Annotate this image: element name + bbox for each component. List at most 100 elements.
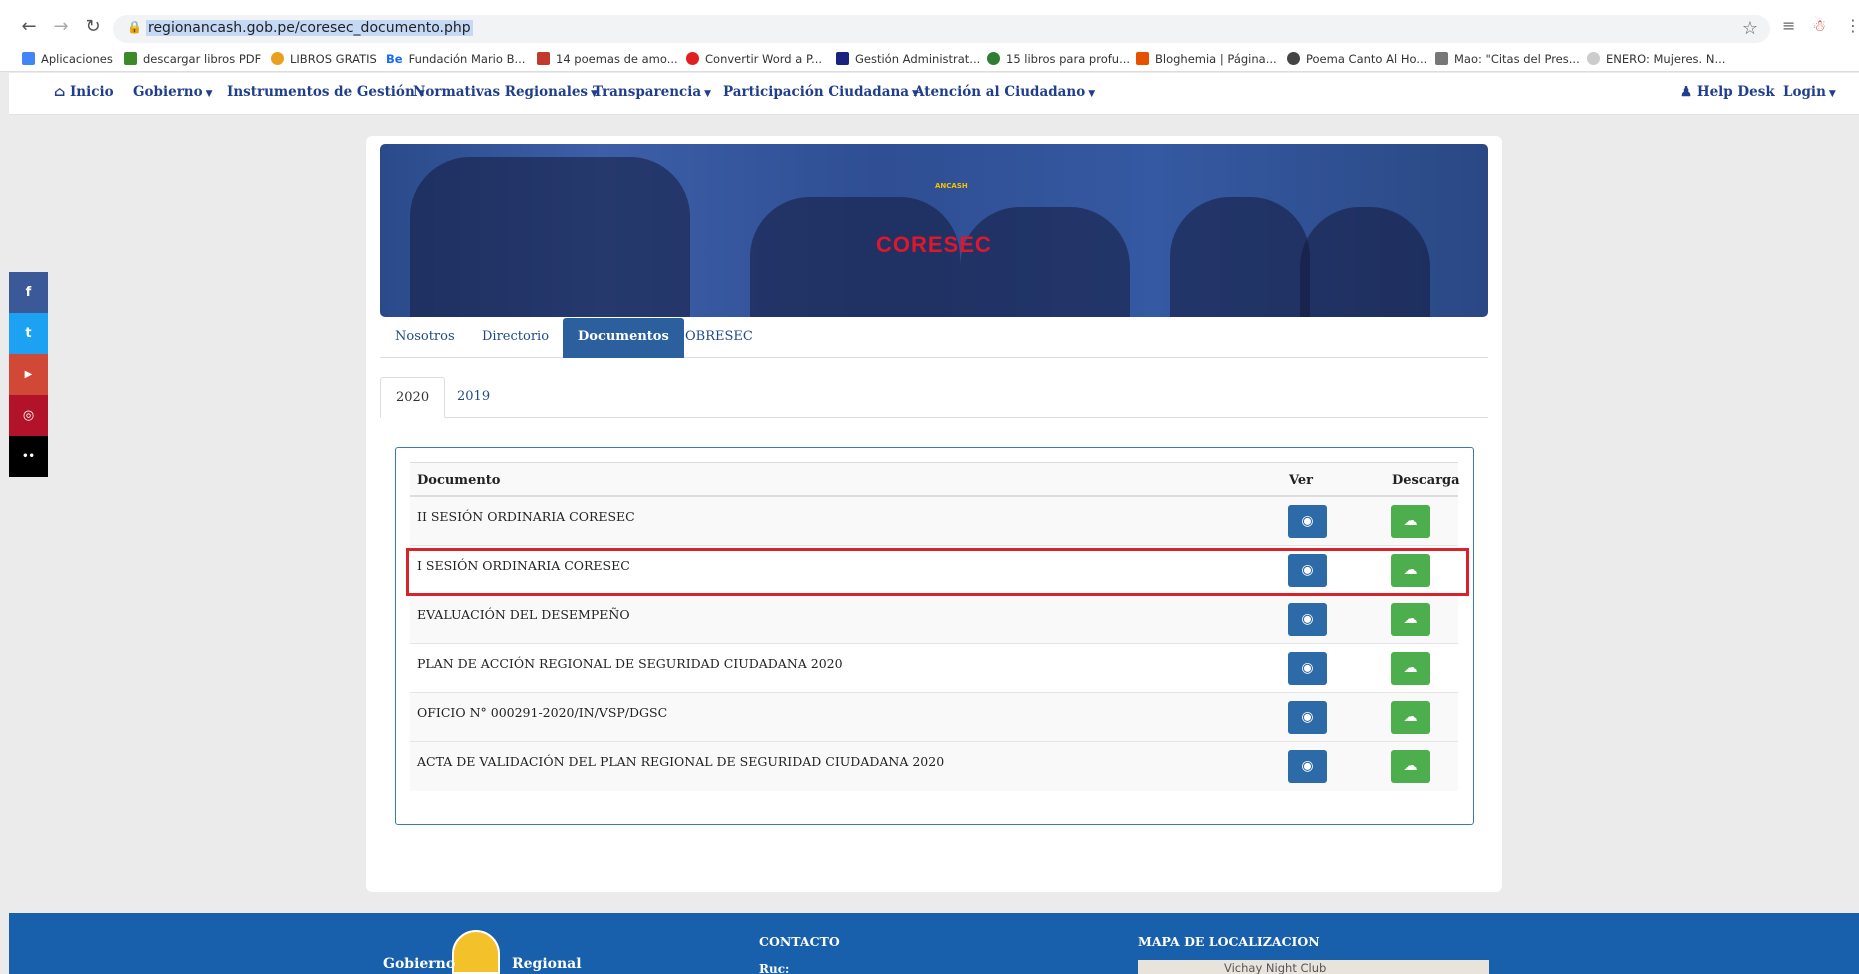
- download-button[interactable]: ☁: [1391, 603, 1430, 636]
- download-button[interactable]: ☁: [1391, 652, 1430, 685]
- year-tabs: 2020 2019: [380, 377, 1488, 418]
- url-text[interactable]: regionancash.gob.pe/coresec_documento.ph…: [146, 20, 473, 36]
- column-header-ver: Ver: [1289, 473, 1314, 488]
- bookmark-item[interactable]: Convertir Word a P...: [686, 52, 822, 66]
- document-name: ACTA DE VALIDACIÓN DEL PLAN REGIONAL DE …: [417, 754, 945, 769]
- bookmark-item[interactable]: Mao: "Citas del Pres...: [1435, 52, 1580, 66]
- globe-icon: [1287, 52, 1300, 65]
- bookmark-favicon-icon: [1587, 52, 1600, 65]
- footer-contacto-heading: CONTACTO: [759, 934, 840, 949]
- instagram-icon[interactable]: ◎: [9, 395, 48, 436]
- tab-nosotros[interactable]: Nosotros: [380, 318, 470, 358]
- back-icon[interactable]: ←: [18, 16, 40, 38]
- tab-2020[interactable]: 2020: [380, 377, 446, 418]
- table-row: PLAN DE ACCIÓN REGIONAL DE SEGURIDAD CIU…: [410, 644, 1458, 693]
- view-button[interactable]: ◉: [1288, 652, 1327, 685]
- footer-ruc-label: Ruc:: [759, 962, 790, 974]
- nav-inicio[interactable]: ⌂ Inicio: [54, 84, 114, 100]
- bookmark-item[interactable]: Gestión Administrat...: [836, 52, 980, 66]
- cloud-download-icon: ☁: [1403, 611, 1418, 627]
- section-tabs: Nosotros Directorio Documentos OBRESEC: [380, 318, 1488, 358]
- table-row: EVALUACIÓN DEL DESEMPEÑO ◉ ☁: [410, 595, 1458, 644]
- bookmark-favicon-icon: [537, 52, 550, 65]
- highlight-box: [406, 548, 1469, 596]
- bookmark-favicon-icon: [124, 52, 137, 65]
- nav-normativas[interactable]: Normativas Regionales ▼: [413, 84, 598, 100]
- caret-down-icon: ▼: [205, 89, 213, 99]
- bookmark-favicon-icon: [1136, 52, 1149, 65]
- cloud-download-icon: ☁: [1403, 709, 1418, 725]
- reload-icon[interactable]: ↻: [82, 16, 104, 38]
- nav-instrumentos[interactable]: Instrumentos de Gestión ▼: [227, 84, 425, 100]
- site-navbar: ⌂ Inicio Gobierno ▼ Instrumentos de Gesti…: [9, 73, 1859, 115]
- footer-mapa-heading: MAPA DE LOCALIZACION: [1138, 934, 1320, 949]
- behance-icon: Be: [386, 52, 403, 66]
- banner-region-label: ANCASH: [935, 182, 968, 190]
- nav-transparencia[interactable]: Transparencia ▼: [593, 84, 711, 100]
- flickr-icon[interactable]: ••: [9, 436, 48, 477]
- profile-avatar-icon[interactable]: ☃: [1812, 16, 1826, 35]
- bookmark-item[interactable]: ENERO: Mujeres. N...: [1587, 52, 1725, 66]
- menu-dots-icon[interactable]: ⋮: [1845, 16, 1859, 35]
- bookmark-favicon-icon: [1435, 52, 1448, 65]
- bookmark-item[interactable]: descargar libros PDF: [124, 52, 261, 66]
- map-place-label: Vichay Night Club: [1224, 961, 1327, 974]
- document-name: II SESIÓN ORDINARIA CORESEC: [417, 509, 635, 524]
- tab-obresec[interactable]: OBRESEC: [670, 318, 768, 358]
- bookmark-item[interactable]: Bloghemia | Página...: [1136, 52, 1277, 66]
- lock-icon: 🔒: [127, 20, 142, 34]
- eye-icon: ◉: [1301, 611, 1314, 627]
- caret-down-icon: ▼: [1828, 89, 1836, 99]
- bookmark-aplicaciones[interactable]: Aplicaciones: [22, 52, 113, 66]
- bookmark-item[interactable]: Poema Canto Al Ho...: [1287, 52, 1427, 66]
- bookmark-favicon-icon: [686, 52, 699, 65]
- tab-documentos[interactable]: Documentos: [563, 318, 684, 358]
- twitter-icon[interactable]: t: [9, 313, 48, 354]
- view-button[interactable]: ◉: [1288, 701, 1327, 734]
- column-header-documento: Documento: [417, 473, 501, 488]
- view-button[interactable]: ◉: [1288, 750, 1327, 783]
- forward-icon[interactable]: →: [50, 16, 72, 38]
- document-name: EVALUACIÓN DEL DESEMPEÑO: [417, 607, 630, 622]
- table-row: II SESIÓN ORDINARIA CORESEC ◉ ☁: [410, 497, 1458, 546]
- banner-figure: [1300, 207, 1430, 317]
- coresec-banner: [380, 144, 1488, 317]
- download-button[interactable]: ☁: [1391, 750, 1430, 783]
- column-header-descarga: Descarga: [1392, 473, 1460, 488]
- cloud-download-icon: ☁: [1403, 513, 1418, 529]
- youtube-icon[interactable]: ▶: [9, 354, 48, 395]
- nav-participacion[interactable]: Participación Ciudadana ▼: [723, 84, 919, 100]
- user-icon: ♟: [1680, 84, 1693, 100]
- caret-down-icon: ▼: [1088, 89, 1096, 99]
- facebook-icon[interactable]: f: [9, 272, 48, 313]
- bookmark-item[interactable]: Be Fundación Mario B...: [386, 52, 525, 66]
- bookmark-item[interactable]: LIBROS GRATIS: [271, 52, 377, 66]
- view-button[interactable]: ◉: [1288, 603, 1327, 636]
- tab-2019[interactable]: 2019: [442, 377, 505, 418]
- gobierno-regional-logo: [452, 930, 500, 974]
- view-button[interactable]: ◉: [1288, 505, 1327, 538]
- reading-list-icon[interactable]: ≡: [1782, 16, 1795, 35]
- cloud-download-icon: ☁: [1403, 758, 1418, 774]
- banner-title: CORESEC: [876, 232, 992, 257]
- download-button[interactable]: ☁: [1391, 701, 1430, 734]
- nav-login[interactable]: Login ▼: [1783, 84, 1836, 100]
- download-button[interactable]: ☁: [1391, 505, 1430, 538]
- banner-figure: [960, 207, 1130, 317]
- cloud-download-icon: ☁: [1403, 660, 1418, 676]
- eye-icon: ◉: [1301, 709, 1314, 725]
- document-name: OFICIO N° 000291-2020/IN/VSP/DGSC: [417, 705, 668, 720]
- table-row: ACTA DE VALIDACIÓN DEL PLAN REGIONAL DE …: [410, 742, 1458, 791]
- bookmark-item[interactable]: 15 libros para profu...: [987, 52, 1130, 66]
- document-name: PLAN DE ACCIÓN REGIONAL DE SEGURIDAD CIU…: [417, 656, 843, 671]
- bookmark-star-icon[interactable]: ☆: [1742, 18, 1758, 39]
- table-row: OFICIO N° 000291-2020/IN/VSP/DGSC ◉ ☁: [410, 693, 1458, 742]
- tab-directorio[interactable]: Directorio: [467, 318, 564, 358]
- nav-help-desk[interactable]: ♟ Help Desk: [1680, 84, 1775, 100]
- nav-atencion[interactable]: Atención al Ciudadano ▼: [914, 84, 1095, 100]
- caret-down-icon: ▼: [704, 89, 712, 99]
- nav-gobierno[interactable]: Gobierno ▼: [133, 84, 213, 100]
- bookmark-item[interactable]: 14 poemas de amo...: [537, 52, 678, 66]
- address-bar[interactable]: 🔒 regionancash.gob.pe/coresec_documento.…: [113, 15, 1770, 43]
- footer-brand-left: Gobierno: [383, 956, 456, 972]
